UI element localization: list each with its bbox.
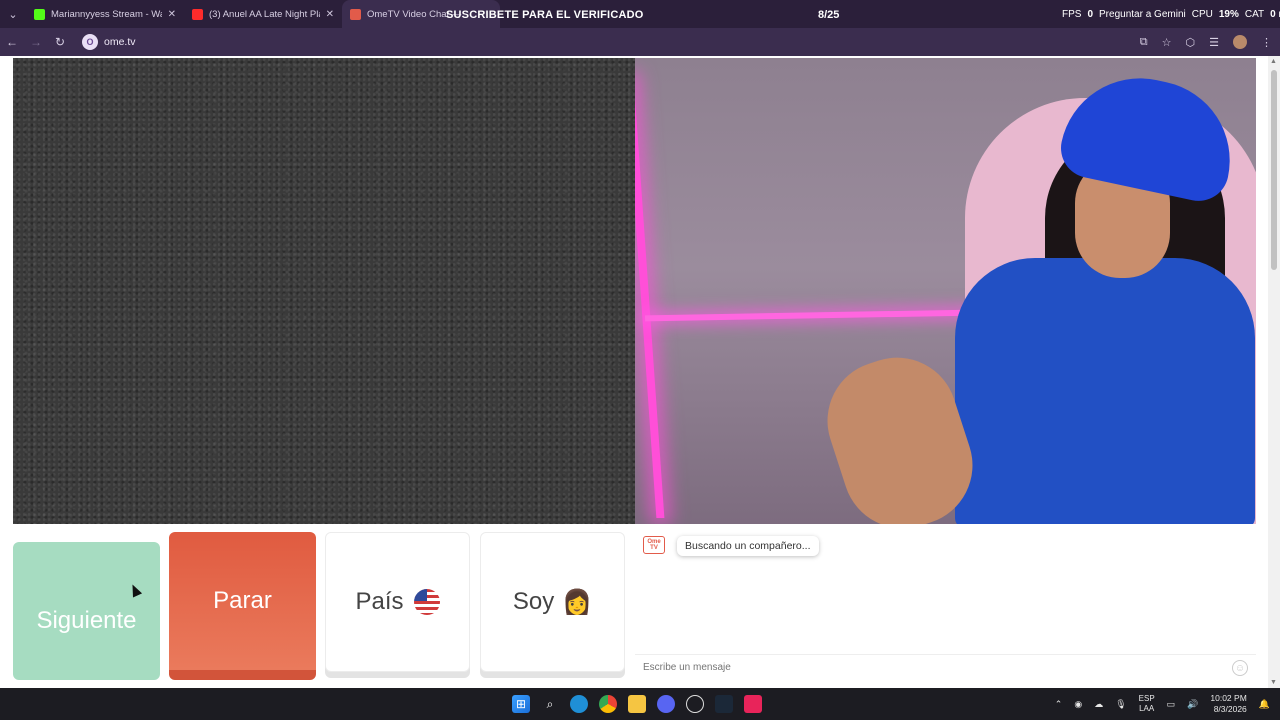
volume-icon[interactable]: 🔊	[1187, 699, 1198, 710]
youtube-icon	[192, 8, 203, 20]
more-menu-icon[interactable]: ⋮	[1261, 36, 1272, 49]
fps-label: FPS	[1062, 9, 1082, 20]
address-bar: ← → ↻ O ome.tv ⧉ ☆ ⬡ ☰ ⋮	[0, 28, 1280, 56]
fps-value: 0	[1087, 9, 1094, 20]
profile-avatar[interactable]	[1233, 35, 1247, 49]
arrow-right-icon: →	[30, 35, 42, 49]
onedrive-icon[interactable]: ☁	[1094, 699, 1103, 710]
next-button-label: Siguiente	[36, 607, 137, 634]
forward-button[interactable]: →	[24, 28, 48, 56]
clock-date: 8/3/2026	[1213, 704, 1247, 714]
gender-button[interactable]: Soy 👩	[480, 532, 625, 672]
stop-button[interactable]: Parar	[169, 532, 316, 680]
woman-emoji-icon: 👩	[562, 588, 593, 616]
chat-panel: Ome TV Buscando un compañero... ☺	[635, 532, 1256, 680]
arrow-left-icon: ←	[6, 35, 18, 49]
person-shirt	[955, 258, 1255, 524]
stop-button-label: Parar	[213, 587, 272, 614]
chat-controls: Siguiente Parar País Soy 👩	[13, 532, 627, 680]
clock[interactable]: 10:02 PM 8/3/2026	[1210, 693, 1246, 715]
chrome-icon[interactable]	[599, 695, 617, 713]
extensions-icon[interactable]: ⬡	[1186, 36, 1196, 49]
tab-kick-stream[interactable]: Mariannyyess Stream - Watch L ✕	[26, 0, 184, 28]
discord-icon[interactable]	[657, 695, 675, 713]
neon-light	[635, 78, 665, 518]
gemini-button[interactable]: Preguntar a Gemini	[1099, 9, 1186, 20]
remote-camera-video	[635, 58, 1256, 524]
url-field[interactable]: ome.tv	[104, 36, 136, 48]
kick-icon	[34, 8, 45, 20]
back-button[interactable]: ←	[0, 28, 24, 56]
close-icon[interactable]: ✕	[168, 9, 176, 20]
emoji-picker-icon[interactable]: ☺	[1232, 660, 1248, 676]
tab-youtube-playlist[interactable]: (3) Anuel AA Late Night Playlist ✕	[184, 0, 342, 28]
windows-start-icon[interactable]: ⊞	[512, 695, 530, 713]
close-icon[interactable]: ✕	[326, 9, 334, 20]
country-button[interactable]: País	[325, 532, 470, 672]
chat-input-bar: ☺	[635, 654, 1256, 680]
chat-status-message: Buscando un compañero...	[677, 536, 819, 556]
page-scrollbar[interactable]: ▲ ▼	[1268, 56, 1280, 688]
country-button-label: País	[355, 588, 404, 615]
cpu-label: CPU	[1191, 9, 1213, 20]
us-flag-icon	[413, 589, 440, 615]
network-icon[interactable]: ▭	[1167, 699, 1176, 710]
overlay-goal-count: 8/25	[818, 9, 840, 21]
openai-icon[interactable]	[686, 695, 704, 713]
language-indicator[interactable]: ESP LAA	[1139, 694, 1155, 714]
microphone-icon[interactable]: 🎙	[1115, 699, 1126, 710]
chevron-up-icon[interactable]: ⌃	[1055, 699, 1063, 710]
gender-button-label: Soy	[512, 588, 555, 615]
tray-app-icon[interactable]: ◉	[1074, 699, 1082, 710]
message-input[interactable]	[643, 662, 1203, 673]
overlay-goal-title: SUSCRIBETE PARA EL VERIFICADO	[446, 9, 644, 21]
reload-icon: ↻	[54, 35, 66, 49]
reading-list-icon[interactable]: ☰	[1209, 36, 1219, 49]
file-explorer-icon[interactable]	[628, 695, 646, 713]
tab-title: Mariannyyess Stream - Watch L	[51, 8, 162, 20]
ometv-page: Siguiente Parar País Soy 👩 Ome TV Buscan…	[0, 56, 1268, 688]
clock-time: 10:02 PM	[1210, 693, 1247, 703]
edge-icon[interactable]	[570, 695, 588, 713]
ometv-logo-icon: Ome TV	[643, 536, 665, 554]
reload-button[interactable]: ↻	[48, 28, 72, 56]
tiktok-icon[interactable]	[744, 695, 762, 713]
scrollbar-thumb[interactable]	[1271, 70, 1277, 270]
scroll-up-icon[interactable]: ▲	[1270, 58, 1277, 65]
windows-taskbar: ⊞ ⌕ ⌃ ◉ ☁ 🎙 ESP LAA ▭ 🔊 10:02 PM 8/3/202…	[0, 688, 1280, 720]
cpu-value: 19%	[1218, 9, 1239, 20]
site-info-icon[interactable]: O	[82, 34, 98, 50]
scroll-down-icon[interactable]: ▼	[1270, 679, 1277, 686]
steam-icon[interactable]	[715, 695, 733, 713]
tab-search-button[interactable]: ⌄	[0, 0, 26, 28]
cat-value: 0 ms	[1270, 9, 1280, 20]
cat-label: CAT	[1244, 9, 1265, 20]
local-camera-video	[13, 58, 635, 524]
notification-bell-icon[interactable]: 🔔	[1259, 699, 1270, 710]
ometv-icon	[350, 8, 361, 20]
chevron-down-icon: ⌄	[8, 8, 18, 21]
tab-title: (3) Anuel AA Late Night Playlist	[209, 8, 320, 20]
bookmark-star-icon[interactable]: ☆	[1162, 36, 1172, 49]
search-icon[interactable]: ⌕	[541, 695, 559, 713]
next-button[interactable]: Siguiente	[13, 542, 160, 680]
language-line: ESP	[1138, 694, 1155, 703]
overlay-stats: FPS 0 Preguntar a Gemini CPU 19% CAT 0 m…	[1062, 9, 1280, 20]
cast-icon[interactable]: ⧉	[1140, 36, 1148, 49]
layout-line: LAA	[1139, 704, 1155, 713]
